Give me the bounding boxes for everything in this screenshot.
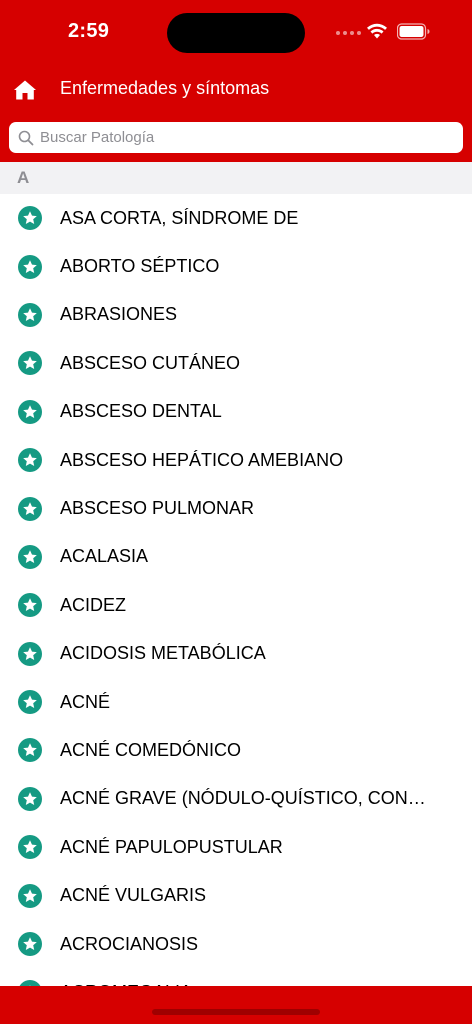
- star-icon[interactable]: [18, 496, 42, 521]
- list-item-label: ACIDOSIS METABÓLICA: [60, 643, 266, 664]
- section-header: A: [0, 162, 472, 194]
- list-item-label: ABORTO SÉPTICO: [60, 256, 220, 277]
- search-icon: [18, 130, 34, 145]
- navigation-bar: Enfermedades y síntomas: [0, 64, 472, 116]
- dynamic-island: [167, 13, 305, 53]
- list-item[interactable]: ACALASIA: [0, 533, 472, 581]
- star-icon[interactable]: [18, 448, 42, 473]
- list-item[interactable]: ACNÉ: [0, 678, 472, 726]
- list-item[interactable]: ACNÉ VULGARIS: [0, 871, 472, 919]
- list-item[interactable]: ABSCESO CUTÁNEO: [0, 339, 472, 387]
- list-item-label: ACNÉ PAPULOPUSTULAR: [60, 836, 283, 857]
- list-item[interactable]: ACIDOSIS METABÓLICA: [0, 630, 472, 678]
- home-icon: [14, 80, 36, 100]
- list-item-label: ABSCESO DENTAL: [60, 401, 222, 422]
- home-button[interactable]: [10, 76, 40, 104]
- search-input[interactable]: [40, 129, 440, 146]
- search-bar[interactable]: [9, 122, 463, 153]
- list-item-label: ABSCESO PULMONAR: [60, 498, 255, 519]
- list-item-label: ABSCESO CUTÁNEO: [60, 352, 241, 373]
- list-item[interactable]: ACROCIANOSIS: [0, 920, 472, 968]
- list-item[interactable]: ACNÉ COMEDÓNICO: [0, 726, 472, 774]
- list-item[interactable]: ABSCESO DENTAL: [0, 388, 472, 436]
- star-icon[interactable]: [18, 206, 42, 231]
- bottom-bar: [0, 986, 472, 1024]
- list-item-label: ACROCIANOSIS: [60, 933, 199, 954]
- status-bar: 2:59: [0, 0, 472, 64]
- list-item[interactable]: ABSCESO PULMONAR: [0, 484, 472, 532]
- star-icon[interactable]: [18, 254, 42, 279]
- list-item[interactable]: ACIDEZ: [0, 581, 472, 629]
- app-header: 2:59 Enfermedades y síntomas: [0, 0, 472, 162]
- list-item-label: ABSCESO HEPÁTICO AMEBIANO: [60, 449, 344, 470]
- star-icon[interactable]: [18, 883, 42, 908]
- battery-icon: [397, 23, 430, 40]
- list-item[interactable]: ACNÉ GRAVE (NÓDULO-QUÍSTICO, CONG...: [0, 775, 472, 823]
- star-icon[interactable]: [18, 593, 42, 618]
- page-title: Enfermedades y síntomas: [60, 78, 270, 98]
- list-item[interactable]: ABSCESO HEPÁTICO AMEBIANO: [0, 436, 472, 484]
- star-icon[interactable]: [18, 544, 42, 569]
- star-icon[interactable]: [18, 932, 42, 957]
- cellular-signal-icon: [336, 31, 361, 35]
- status-time: 2:59: [68, 20, 110, 42]
- star-icon[interactable]: [18, 835, 42, 860]
- star-icon[interactable]: [18, 641, 42, 666]
- list-item-label: ACNÉ VULGARIS: [60, 885, 207, 906]
- star-icon[interactable]: [18, 690, 42, 715]
- star-icon[interactable]: [18, 399, 42, 424]
- list-item-label: ABRASIONES: [60, 304, 178, 325]
- list-item-label: ACNÉ GRAVE (NÓDULO-QUÍSTICO, CONG...: [60, 788, 434, 809]
- list-item-label: ACALASIA: [60, 546, 149, 567]
- star-icon[interactable]: [18, 351, 42, 376]
- list-item[interactable]: ABORTO SÉPTICO: [0, 242, 472, 290]
- list-item[interactable]: ACROMEGALIA: [0, 968, 472, 986]
- star-icon[interactable]: [18, 786, 42, 811]
- disease-list[interactable]: ASA CORTA, SÍNDROME DE ABORTO SÉPTICO ABRA…: [0, 194, 472, 986]
- list-item-label: ACIDEZ: [60, 594, 127, 615]
- section-letter: A: [17, 168, 30, 187]
- list-item[interactable]: ACNÉ PAPULOPUSTULAR: [0, 823, 472, 871]
- list-item[interactable]: ASA CORTA, SÍNDROME DE: [0, 194, 472, 242]
- list-item-label: ACNÉ COMEDÓNICO: [60, 739, 242, 760]
- home-indicator: [152, 1009, 320, 1015]
- list-item-label: ACNÉ: [60, 691, 111, 712]
- star-icon[interactable]: [18, 302, 42, 327]
- list-item[interactable]: ABRASIONES: [0, 291, 472, 339]
- list-item-label: ASA CORTA, SÍNDROME DE: [60, 207, 299, 228]
- star-icon[interactable]: [18, 738, 42, 763]
- wifi-icon: [367, 23, 387, 39]
